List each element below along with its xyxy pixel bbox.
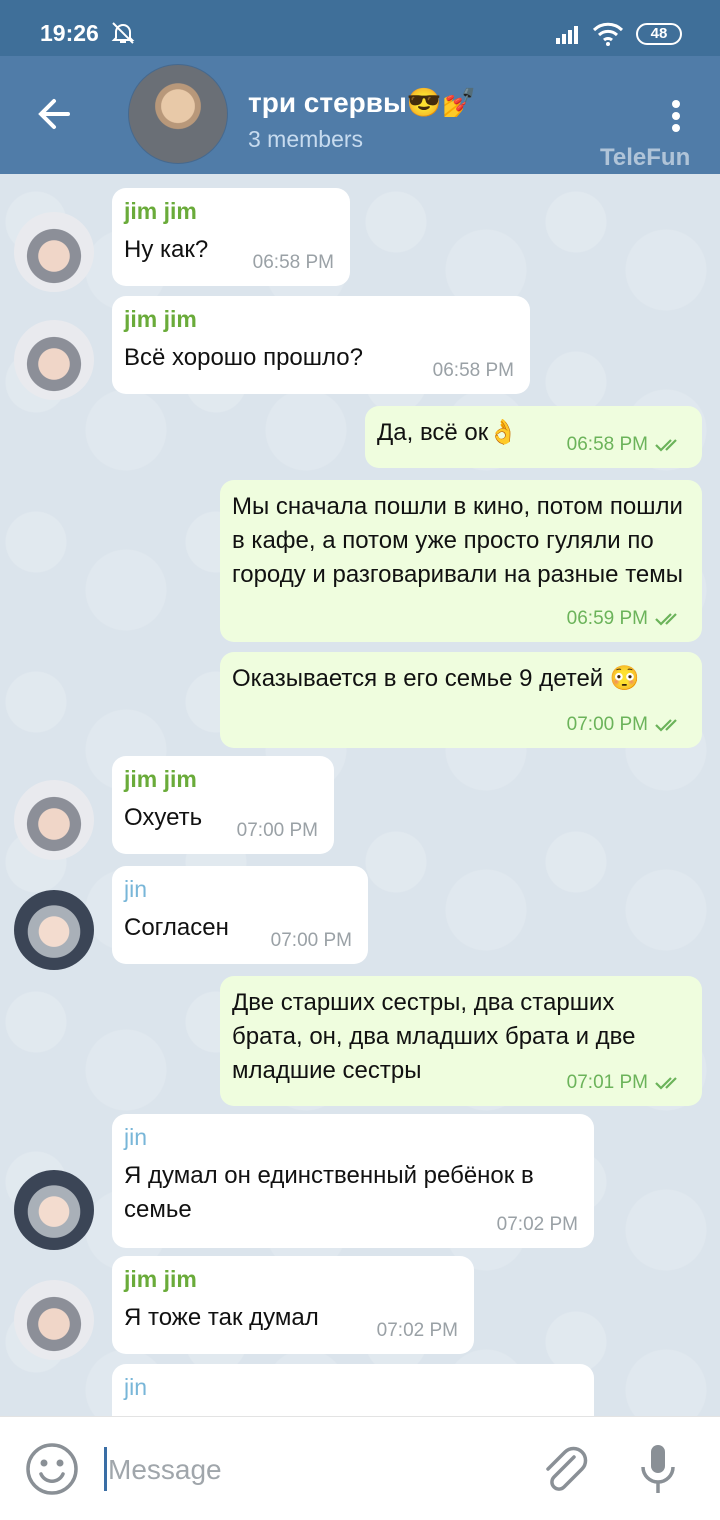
message-bubble-outgoing[interactable]: Оказывается в его семье 9 детей 😳 07:00 …: [220, 652, 702, 748]
message-bubble[interactable]: jim jim Всё хорошо прошло? 06:58 PM: [112, 296, 530, 394]
read-check-icon: [655, 1077, 677, 1090]
back-arrow-icon[interactable]: [34, 94, 74, 134]
member-count: 3 members: [248, 126, 364, 152]
avatar-jim[interactable]: [14, 320, 94, 400]
message-bubble[interactable]: jin: [112, 1364, 594, 1416]
message-bubble[interactable]: jim jim Охуеть 07:00 PM: [112, 756, 334, 854]
avatar-jin[interactable]: [14, 890, 94, 970]
message-composer: [0, 1416, 720, 1520]
notifications-muted-icon: [111, 22, 135, 44]
sender-name: jim jim: [124, 198, 197, 224]
message-time: 07:00 PM: [567, 714, 686, 736]
message-time: 07:02 PM: [496, 1214, 578, 1235]
watermark: TeleFun: [600, 144, 691, 171]
message-list[interactable]: jim jim Ну как? 06:58 PM jim jim Всё хор…: [0, 174, 720, 1416]
microphone-icon[interactable]: [636, 1441, 680, 1497]
message-bubble[interactable]: jin Я думал он единственный ребёнок в се…: [112, 1114, 594, 1248]
text-cursor: [104, 1447, 107, 1491]
message-time: 07:00 PM: [270, 930, 352, 951]
avatar-jim[interactable]: [14, 780, 94, 860]
message-text: Мы сначала пошли в кино, потом пошли в к…: [232, 493, 684, 588]
attach-icon[interactable]: [540, 1443, 590, 1497]
group-avatar[interactable]: [128, 64, 228, 164]
sender-name: jim jim: [124, 1266, 197, 1292]
message-input[interactable]: [108, 1447, 508, 1493]
message-text: Оказывается в его семье 9 детей 😳: [232, 665, 640, 692]
message-bubble-outgoing[interactable]: Да, всё ок👌 06:58 PM: [365, 406, 702, 468]
message-time: 06:58 PM: [432, 360, 514, 381]
status-time: 19:26: [40, 20, 99, 46]
read-check-icon: [655, 719, 677, 732]
message-time: 07:00 PM: [236, 820, 318, 841]
emoji-icon[interactable]: [24, 1441, 80, 1497]
message-time: 06:58 PM: [567, 434, 686, 456]
avatar-jim[interactable]: [14, 1280, 94, 1360]
message-time: 07:01 PM: [567, 1072, 686, 1094]
wifi-icon: [592, 22, 624, 46]
sender-name: jin: [124, 1374, 148, 1400]
avatar-jin[interactable]: [14, 1170, 94, 1250]
sender-name: jim jim: [124, 306, 197, 332]
message-bubble[interactable]: jim jim Ну как? 06:58 PM: [112, 188, 350, 286]
chat-title[interactable]: три стервы😎💅: [248, 86, 477, 119]
message-time: 06:59 PM: [567, 608, 686, 630]
message-bubble-outgoing[interactable]: Мы сначала пошли в кино, потом пошли в к…: [220, 480, 702, 642]
signal-icon: [556, 26, 578, 44]
message-time: 06:58 PM: [252, 252, 334, 273]
more-options-icon[interactable]: [664, 96, 688, 136]
read-check-icon: [655, 439, 677, 452]
sender-name: jin: [124, 876, 148, 902]
sender-name: jim jim: [124, 766, 197, 792]
avatar-jim[interactable]: [14, 212, 94, 292]
status-bar: 19:26 48: [0, 0, 720, 56]
read-check-icon: [655, 613, 677, 626]
sender-name: jin: [124, 1124, 148, 1150]
message-bubble[interactable]: jin Согласен 07:00 PM: [112, 866, 368, 964]
message-bubble[interactable]: jim jim Я тоже так думал 07:02 PM: [112, 1256, 474, 1354]
battery-indicator: 48: [636, 23, 682, 45]
message-time: 07:02 PM: [376, 1320, 458, 1341]
message-bubble-outgoing[interactable]: Две старших сестры, два старших брата, о…: [220, 976, 702, 1106]
